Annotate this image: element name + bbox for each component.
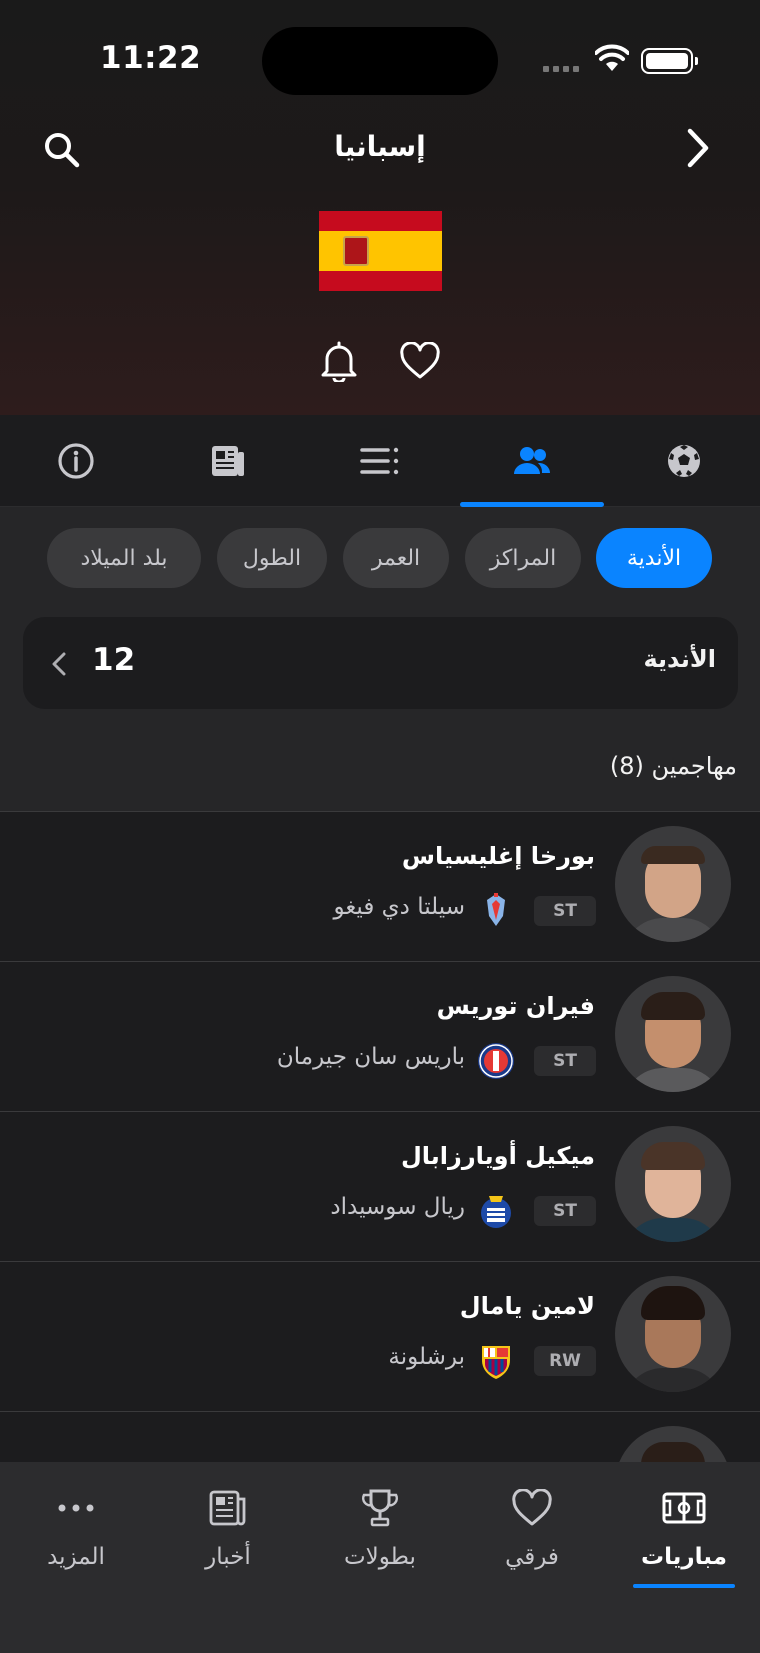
chip-clubs[interactable]: الأندية xyxy=(596,528,712,588)
player-avatar xyxy=(615,976,731,1092)
filter-chips: الأندية المراكز العمر الطول بلد الميلاد xyxy=(0,528,760,588)
trophy-icon xyxy=(361,1489,399,1527)
status-time: 11:22 xyxy=(100,40,202,76)
chip-positions[interactable]: المراكز xyxy=(465,528,581,588)
nav-label: المزيد xyxy=(47,1544,105,1570)
list-icon xyxy=(360,447,399,475)
section-title: مهاجمين (8) xyxy=(609,752,737,780)
barcelona-logo-icon xyxy=(477,1342,515,1380)
player-row[interactable]: بورخا إغليسياس ST سيلتا دي فيغو xyxy=(0,812,760,962)
clubs-label: الأندية xyxy=(643,645,716,673)
wifi-icon xyxy=(594,44,630,76)
tab-squad[interactable] xyxy=(456,415,608,507)
back-button[interactable] xyxy=(676,126,720,170)
people-icon xyxy=(514,447,551,474)
player-name: فيران توريس xyxy=(436,992,595,1020)
pitch-icon xyxy=(662,1492,706,1524)
player-name: ميكيل أويارزابال xyxy=(400,1142,595,1170)
bell-icon xyxy=(321,341,357,382)
spain-flag xyxy=(319,211,442,291)
chip-age[interactable]: العمر xyxy=(343,528,449,588)
nav-label: فرقي xyxy=(505,1544,559,1570)
player-avatar xyxy=(615,1276,731,1392)
player-name: لامين يامال xyxy=(459,1292,595,1320)
chip-height[interactable]: الطول xyxy=(217,528,327,588)
player-avatar xyxy=(615,826,731,942)
page-title: إسبانيا xyxy=(334,130,426,163)
chevron-right-icon xyxy=(687,128,709,168)
newspaper-icon xyxy=(209,1490,246,1526)
celta-logo-icon xyxy=(477,892,515,930)
nav-label: بطولات xyxy=(344,1544,416,1570)
position-badge: RW xyxy=(534,1346,596,1376)
info-icon xyxy=(58,443,94,479)
player-row[interactable]: لامين يامال RW برشلونة xyxy=(0,1262,760,1412)
player-row[interactable]: ميكيل أويارزابال ST ريال سوسيداد xyxy=(0,1112,760,1262)
active-tab-indicator xyxy=(633,1584,735,1588)
clubs-count: 12 xyxy=(92,642,136,678)
heart-icon xyxy=(400,342,440,379)
club-name: باريس سان جيرمان xyxy=(276,1044,465,1070)
nav-leagues[interactable]: بطولات xyxy=(304,1484,456,1594)
player-row[interactable]: فيران توريس ST باريس سان جيرمان xyxy=(0,962,760,1112)
club-name: ريال سوسيداد xyxy=(330,1194,465,1220)
tab-matches[interactable] xyxy=(608,415,760,507)
nav-matches[interactable]: مباريات xyxy=(608,1484,760,1594)
real-sociedad-logo-icon xyxy=(477,1192,515,1230)
nav-news[interactable]: أخبار xyxy=(152,1484,304,1594)
nav-more[interactable]: المزيد xyxy=(0,1484,152,1594)
notifications-button[interactable] xyxy=(316,338,362,384)
tab-news[interactable] xyxy=(152,415,304,507)
more-icon xyxy=(58,1504,94,1512)
nav-label: أخبار xyxy=(205,1544,251,1570)
search-icon xyxy=(45,133,80,168)
country-header: 11:22 إسبانيا xyxy=(0,0,760,415)
chip-birth-country[interactable]: بلد الميلاد xyxy=(47,528,201,588)
position-badge: ST xyxy=(534,1046,596,1076)
nav-my-teams[interactable]: فرقي xyxy=(456,1484,608,1594)
tab-standings[interactable] xyxy=(304,415,456,507)
section-tabs xyxy=(0,415,760,507)
search-button[interactable] xyxy=(40,128,84,172)
squad-content: الأندية المراكز العمر الطول بلد الميلاد … xyxy=(0,507,760,1562)
chevron-left-icon xyxy=(52,652,66,676)
cellular-signal-icon xyxy=(543,66,579,72)
player-avatar xyxy=(615,1126,731,1242)
newspaper-icon xyxy=(212,446,244,476)
bottom-navigation: مباريات فرقي بطولات أخبار المزيد xyxy=(0,1462,760,1653)
position-badge: ST xyxy=(534,1196,596,1226)
heart-icon xyxy=(512,1489,552,1526)
coat-of-arms-icon xyxy=(343,236,369,266)
dynamic-island xyxy=(262,27,498,95)
club-name: برشلونة xyxy=(388,1344,465,1370)
clubs-summary-card[interactable]: الأندية 12 xyxy=(23,617,738,709)
nav-label: مباريات xyxy=(641,1544,727,1570)
player-name: بورخا إغليسياس xyxy=(401,842,595,870)
position-badge: ST xyxy=(534,896,596,926)
favorite-button[interactable] xyxy=(397,338,443,384)
battery-icon xyxy=(641,48,698,74)
tab-info[interactable] xyxy=(0,415,152,507)
psg-logo-icon xyxy=(477,1042,515,1080)
soccer-ball-icon xyxy=(668,445,700,477)
club-name: سيلتا دي فيغو xyxy=(333,894,465,920)
